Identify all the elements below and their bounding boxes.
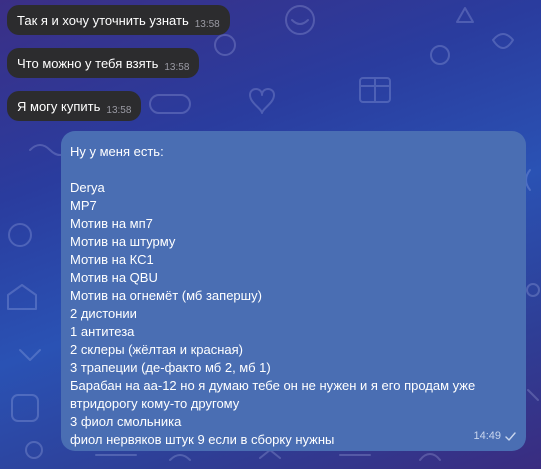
message-line bbox=[70, 161, 514, 179]
incoming-message-1[interactable]: Так я и хочу уточнить узнать 13:58 bbox=[7, 5, 230, 35]
message-text: Так я и хочу уточнить узнать bbox=[17, 13, 189, 28]
message-line: Ну у меня есть: bbox=[70, 144, 164, 159]
message-line: Мотив на огнемёт (мб запершу) bbox=[70, 288, 262, 303]
message-line: Мотив на мп7 bbox=[70, 216, 153, 231]
message-line: Мотив на КС1 bbox=[70, 252, 154, 267]
message-line: 2 склеры (жёлтая и красная) bbox=[70, 342, 244, 357]
message-line: Derya bbox=[70, 180, 105, 195]
message-line: втридорогу кому-то другому bbox=[70, 396, 240, 411]
message-text: Что можно у тебя взять bbox=[17, 56, 159, 71]
message-time: 13:58 bbox=[194, 19, 220, 30]
message-line: фиол нервяков штук 9 если в сборку нужны bbox=[70, 432, 335, 447]
message-time: 13:58 bbox=[106, 105, 132, 116]
incoming-message-3[interactable]: Я могу купить 13:58 bbox=[7, 91, 142, 121]
message-line: 3 трапеции (де-факто мб 2, мб 1) bbox=[70, 360, 271, 375]
sent-check-icon bbox=[505, 431, 516, 441]
message-line: Мотив на QBU bbox=[70, 270, 158, 285]
outgoing-message[interactable]: Ну у меня есть: Derya MP7 Мотив на мп7 М… bbox=[61, 131, 526, 451]
message-line: MP7 bbox=[70, 198, 97, 213]
message-text: Я могу купить bbox=[17, 99, 101, 114]
message-time: 13:58 bbox=[164, 62, 190, 73]
message-line: Мотив на штурму bbox=[70, 234, 176, 249]
message-line: 2 дистонии bbox=[70, 306, 137, 321]
message-time: 14:49 bbox=[473, 430, 501, 442]
incoming-message-2[interactable]: Что можно у тебя взять 13:58 bbox=[7, 48, 200, 78]
message-line: 1 антитеза bbox=[70, 324, 135, 339]
message-meta: 14:49 bbox=[473, 427, 516, 445]
message-line: Барабан на аа-12 но я думаю тебе он не н… bbox=[70, 378, 476, 393]
message-line: 3 фиол смольника bbox=[70, 414, 182, 429]
